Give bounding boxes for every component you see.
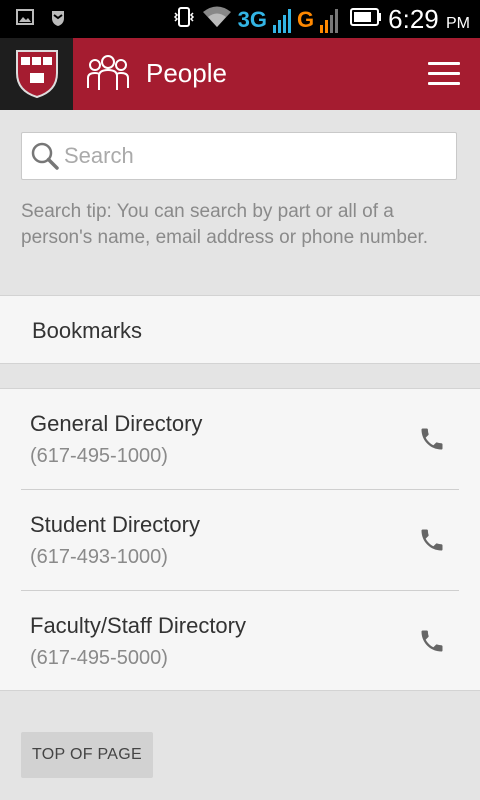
- network-3g-label: 3G: [237, 6, 268, 32]
- search-box[interactable]: [21, 132, 457, 180]
- vibrate-icon: [172, 5, 196, 34]
- shield-icon: [50, 9, 66, 32]
- wifi-icon: [202, 5, 232, 34]
- home-logo-button[interactable]: [0, 38, 73, 110]
- top-of-page-button[interactable]: TOP OF PAGE: [21, 732, 153, 778]
- phone-icon[interactable]: [418, 425, 446, 458]
- signal-3g-icon: [273, 7, 292, 33]
- directory-list: General Directory (617-495-1000) Student…: [0, 388, 480, 691]
- bookmarks-label: Bookmarks: [32, 318, 143, 343]
- directory-item-general[interactable]: General Directory (617-495-1000): [0, 389, 480, 489]
- bookmarks-row[interactable]: Bookmarks: [0, 295, 480, 364]
- signal-g-icon: [320, 7, 339, 33]
- directory-name: General Directory: [30, 411, 203, 436]
- battery-icon: [350, 7, 382, 32]
- page-title: People: [146, 58, 227, 88]
- directory-phone: (617-495-1000): [30, 445, 168, 467]
- image-icon: [16, 9, 34, 32]
- people-icon: [86, 52, 130, 97]
- network-g-label: G: [297, 6, 315, 32]
- directory-item-student[interactable]: Student Directory (617-493-1000): [0, 490, 480, 590]
- directory-item-faculty-staff[interactable]: Faculty/Staff Directory (617-495-5000): [0, 591, 480, 691]
- directory-phone: (617-493-1000): [30, 546, 168, 568]
- phone-icon[interactable]: [418, 627, 446, 660]
- search-input[interactable]: [64, 133, 444, 179]
- search-tip: Search tip: You can search by part or al…: [21, 201, 429, 248]
- search-icon: [30, 141, 60, 176]
- status-bar: 3G G 6:29 PM: [0, 0, 480, 38]
- clock-time: 6:29: [388, 4, 439, 34]
- directory-name: Faculty/Staff Directory: [30, 613, 246, 638]
- directory-name: Student Directory: [30, 512, 200, 537]
- hamburger-menu-icon[interactable]: [428, 62, 460, 88]
- app-bar: People: [0, 38, 480, 110]
- clock: 6:29 PM: [388, 4, 470, 35]
- directory-phone: (617-495-5000): [30, 647, 168, 669]
- clock-ampm: PM: [446, 15, 470, 32]
- harvard-shield-logo: [15, 50, 58, 99]
- phone-icon[interactable]: [418, 526, 446, 559]
